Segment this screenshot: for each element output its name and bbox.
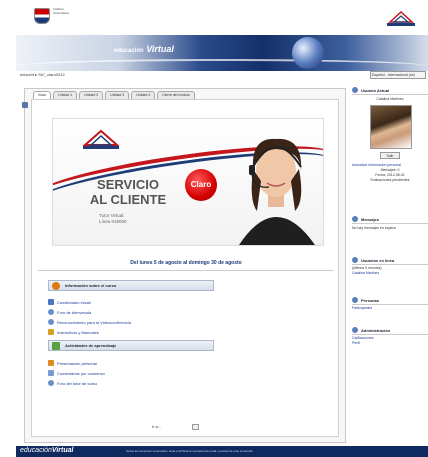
user-block: Usuario Actual Catalina Martinez Salir A… [352, 86, 428, 183]
promo-title: SERVICIO AL CLIENTE [73, 177, 183, 207]
admin-block: Administración Calificaciones Perfil [352, 326, 428, 346]
messages-block-title-text: Mensajes [361, 216, 380, 222]
people-block-title: Personas [352, 296, 428, 305]
edit-icon[interactable] [22, 102, 28, 108]
banner-brand-bold: Virtual [146, 44, 174, 54]
agent-photo [239, 138, 315, 245]
course-dates: Del lunes 5 de agosto al domingo 30 de a… [130, 260, 242, 266]
avatar[interactable] [370, 105, 412, 149]
people-block-title-text: Personas [361, 297, 380, 303]
user-block-title-text: Usuario Actual [361, 87, 390, 93]
promo-logo-icon [82, 129, 120, 149]
banner-arc [16, 59, 428, 71]
list-item-label: Comentarios por consenso [57, 370, 105, 376]
site-footer: educaciónVirtual Todos los derechos rese… [16, 446, 428, 457]
section-activities-list: Presentación personal Comentarios por co… [48, 358, 105, 388]
promo-subtitle: Tutor Virtual: Línea 018000 [99, 213, 127, 225]
banner-brand: educación Virtual [114, 44, 174, 54]
list-item[interactable]: Instructivos y Manuales [48, 327, 131, 337]
promo-title-line2: AL CLIENTE [89, 192, 167, 207]
institution-logo[interactable]: Instituto Colombiano [34, 7, 74, 26]
user-icon [352, 87, 358, 93]
tab-unidad-1[interactable]: Unidad 1 [53, 91, 78, 99]
list-item[interactable]: Comentarios por consenso [48, 368, 105, 378]
tab-inicio[interactable]: Inicio [33, 91, 52, 99]
list-item-label: Presentación personal [57, 360, 97, 366]
list-item-label: Foro de bienvenida [57, 309, 92, 315]
promo-sub-line2: Línea 018000 [99, 219, 127, 224]
user-block-title: Usuario Actual [352, 86, 428, 95]
jump-to[interactable]: Ir a... [152, 424, 200, 430]
list-item-label: Reconocimiento para la Videoconferencia [57, 319, 131, 325]
footer-brand-bold: Virtual [51, 447, 74, 454]
promo-title-line1: SERVICIO [97, 177, 159, 192]
footer-brand: educaciónVirtual [20, 447, 73, 454]
online-icon [352, 257, 358, 263]
admin-block-title-text: Administración [361, 327, 391, 333]
list-item[interactable]: Foro de bienvenida [48, 307, 131, 317]
tab-content: SERVICIO AL CLIENTE Tutor Virtual: Línea… [22, 99, 339, 437]
shield-icon [34, 8, 50, 24]
list-item[interactable]: Presentación personal [48, 358, 105, 368]
list-item[interactable]: Reconocimiento para la Videoconferencia [48, 317, 131, 327]
tab-unidad-3[interactable]: Unidad 3 [105, 91, 130, 99]
profile-link[interactable]: Perfil [352, 341, 428, 346]
divider [38, 270, 334, 271]
logout-button[interactable]: Salir [380, 152, 400, 159]
forum-icon [48, 380, 54, 386]
online-user[interactable]: Catalina Martinez [352, 271, 428, 276]
jump-to-label: Ir a... [152, 424, 162, 430]
admin-block-title: Administración [352, 326, 428, 335]
list-item[interactable]: Foro del tutor de curso [48, 378, 105, 388]
section-info-title: Información sobre el curso [65, 283, 117, 288]
people-block: Personas Participantes [352, 296, 428, 311]
section-info-list: Cuestionario inicial Foro de bienvenida … [48, 297, 131, 337]
user-info-line[interactable]: Evaluaciones pendientes [352, 178, 428, 183]
course-main-panel: Inicio Unidad 1 Unidad 2 Unidad 3 Unidad… [22, 88, 346, 443]
list-item-label: Cuestionario inicial [57, 299, 91, 305]
unit-tabs: Inicio Unidad 1 Unidad 2 Unidad 3 Unidad… [33, 91, 195, 99]
claro-badge: Claro [185, 169, 217, 201]
online-users-block-title-text: Usuarios en línea [361, 257, 395, 263]
assignment-icon [48, 360, 54, 366]
messages-text: No hay mensajes en espera [352, 226, 396, 230]
promo-banner: SERVICIO AL CLIENTE Tutor Virtual: Línea… [52, 118, 324, 246]
user-name[interactable]: Catalina Martinez [352, 97, 428, 102]
footer-brand-light: educación [20, 447, 52, 454]
banner-brand-light: educación [114, 48, 144, 54]
tab-unidad-4[interactable]: Unidad 4 [131, 91, 156, 99]
section-activities-title: Actividades de aprendizaje [65, 343, 117, 348]
jump-to-button[interactable] [192, 424, 200, 430]
tab-cierre[interactable]: Cierre del módulo [157, 91, 195, 99]
info-icon [52, 282, 60, 290]
forum-icon [48, 309, 54, 315]
breadcrumb[interactable]: educvirt ▸ SIC_claro2012 [20, 72, 65, 77]
globe-icon [292, 37, 324, 69]
online-users-block-title: Usuarios en línea [352, 256, 428, 265]
quiz-icon [48, 299, 54, 305]
institution-name: Instituto Colombiano [53, 7, 70, 15]
people-icon [48, 370, 54, 376]
tab-unidad-2[interactable]: Unidad 2 [79, 91, 104, 99]
claro-logo [387, 10, 415, 26]
messages-block: Mensajes No hay mensajes en espera [352, 215, 428, 231]
list-item-label: Instructivos y Manuales [57, 329, 99, 335]
list-item-label: Foro del tutor de curso [57, 380, 98, 386]
list-item[interactable]: Cuestionario inicial [48, 297, 131, 307]
messages-block-title: Mensajes [352, 215, 428, 224]
section-info-header[interactable]: Información sobre el curso [48, 280, 214, 291]
people-icon [352, 297, 358, 303]
forum-icon [48, 319, 54, 325]
section-activities-header[interactable]: Actividades de aprendizaje [48, 340, 214, 351]
site-banner: educación Virtual [16, 35, 428, 71]
footer-text: Todos los derechos reservados. Está proh… [126, 449, 253, 453]
online-users-block: Usuarios en línea (últimos 5 minutos) Ca… [352, 256, 428, 276]
language-select[interactable]: Español - Internacional (es) [370, 71, 426, 79]
message-icon [352, 216, 358, 222]
participants-link[interactable]: Participantes [352, 306, 428, 311]
activity-icon [52, 342, 60, 350]
folder-icon [48, 329, 54, 335]
admin-icon [352, 327, 358, 333]
